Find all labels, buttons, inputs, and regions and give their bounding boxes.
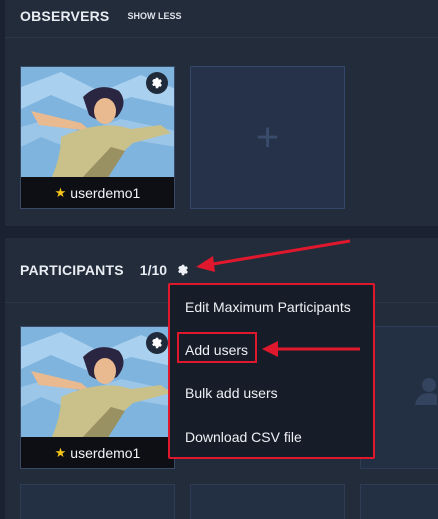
annotation-arrows: [196, 239, 360, 357]
page: OBSERVERS SHOW LESS ★ userdemo1 + PARTIC…: [0, 0, 438, 519]
